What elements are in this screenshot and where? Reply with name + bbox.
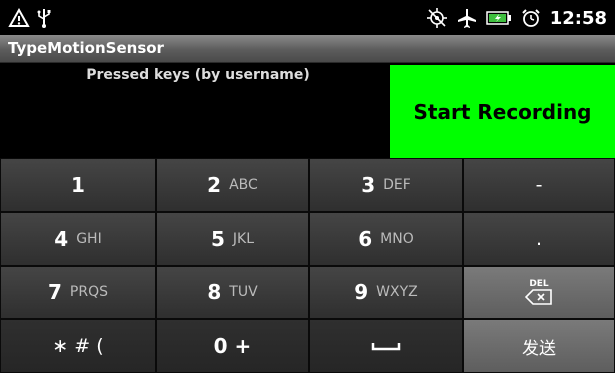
title-bar: TypeMotionSensor <box>0 35 615 63</box>
key-4[interactable]: 4 GHI <box>0 211 156 266</box>
key-symbols[interactable]: ∗ # ( <box>0 319 156 373</box>
status-bar-right: 12:58 <box>426 4 607 32</box>
battery-charging-icon <box>485 10 512 26</box>
gps-off-icon <box>426 7 448 29</box>
delete-key[interactable]: DEL <box>463 265 615 320</box>
key-number: 3 <box>361 172 376 197</box>
space-key[interactable] <box>309 319 463 373</box>
status-bar: 12:58 <box>0 0 615 35</box>
warning-icon <box>8 8 30 28</box>
key-number: 6 <box>358 226 373 251</box>
content-area: Pressed keys (by username) Start Recordi… <box>0 63 615 158</box>
start-recording-button[interactable]: Start Recording <box>390 65 615 158</box>
status-bar-left <box>8 4 52 32</box>
delete-icon: DEL <box>525 279 553 306</box>
key-letters: JKL <box>232 230 255 247</box>
key-letters: DEF <box>383 176 411 193</box>
key-number: 1 <box>71 172 85 197</box>
key-9[interactable]: 9 WXYZ <box>309 265 463 320</box>
key-symbol: . <box>535 227 543 250</box>
usb-icon <box>36 7 52 29</box>
space-icon <box>371 337 401 356</box>
send-key[interactable]: 发送 <box>463 319 615 373</box>
key-number: 8 <box>207 280 222 305</box>
pressed-keys-label: Pressed keys (by username) <box>86 67 310 83</box>
key-number: 0 + <box>213 334 252 359</box>
clock: 12:58 <box>549 7 607 29</box>
key-letters: MNO <box>380 230 414 247</box>
key-letters: TUV <box>229 284 258 301</box>
key-number: 2 <box>207 172 222 197</box>
key-number: 7 <box>48 280 62 305</box>
key-symbol: - <box>535 173 543 196</box>
app-title: TypeMotionSensor <box>8 39 164 57</box>
key-number: 9 <box>354 280 369 305</box>
key-number: 5 <box>210 226 225 251</box>
delete-label: DEL <box>529 279 549 290</box>
key-6[interactable]: 6 MNO <box>309 211 463 266</box>
dial-keypad: 1 2 ABC 3 DEF - 4 GHI 5 JKL 6 MNO . 7 PR… <box>0 158 615 373</box>
key-dash[interactable]: - <box>463 158 615 212</box>
key-2[interactable]: 2 ABC <box>156 158 309 212</box>
key-1[interactable]: 1 <box>0 158 156 212</box>
key-3[interactable]: 3 DEF <box>309 158 463 212</box>
key-7[interactable]: 7 PRQS <box>0 265 156 320</box>
key-letters: ABC <box>229 176 258 193</box>
key-letters: WXYZ <box>376 284 418 301</box>
key-0[interactable]: 0 + <box>156 319 309 373</box>
key-symbol: ∗ # ( <box>52 335 104 358</box>
key-8[interactable]: 8 TUV <box>156 265 309 320</box>
key-5[interactable]: 5 JKL <box>156 211 309 266</box>
airplane-icon <box>456 7 478 29</box>
send-label: 发送 <box>522 338 556 359</box>
key-letters: GHI <box>76 230 102 247</box>
alarm-icon <box>520 7 542 29</box>
key-period[interactable]: . <box>463 211 615 266</box>
key-letters: PRQS <box>69 284 108 301</box>
key-number: 4 <box>54 226 69 251</box>
